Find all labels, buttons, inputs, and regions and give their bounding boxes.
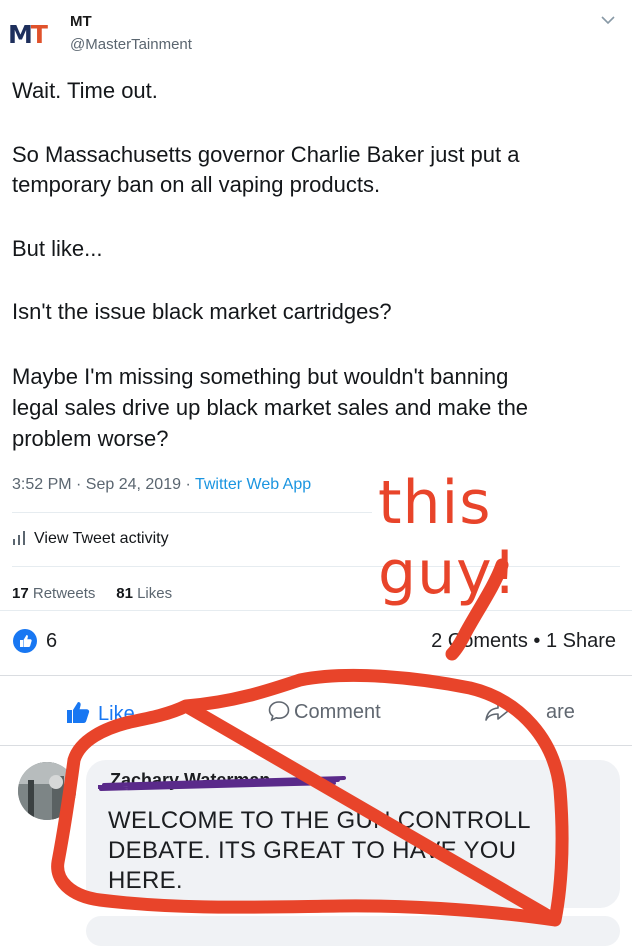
- divider: [0, 675, 632, 676]
- thumbs-up-icon: [20, 635, 32, 647]
- like-reaction-icon[interactable]: [13, 629, 37, 653]
- like-button[interactable]: Like: [66, 700, 135, 726]
- likes-label[interactable]: Likes: [137, 585, 172, 602]
- view-tweet-activity-link[interactable]: View Tweet activity: [12, 530, 169, 548]
- like-label: Like: [98, 703, 135, 725]
- likes-count[interactable]: 81: [116, 585, 133, 602]
- tweet-source-link[interactable]: Twitter Web App: [195, 476, 311, 493]
- share-label: are: [546, 701, 575, 723]
- account-name[interactable]: MT: [70, 13, 92, 30]
- avatar[interactable]: [18, 762, 76, 820]
- activity-label: View Tweet activity: [34, 530, 169, 547]
- avatar-photo: [18, 762, 76, 820]
- reaction-count[interactable]: 6: [46, 630, 57, 653]
- tweet-timestamp: 3:52 PM · Sep 24, 2019 · Twitter Web App: [12, 476, 311, 494]
- tweet-time: 3:52 PM · Sep 24, 2019 ·: [12, 476, 195, 493]
- divider: [0, 610, 632, 611]
- tweet-line: legal sales drive up black market sales …: [12, 395, 529, 420]
- logo-t: T: [30, 20, 48, 49]
- comments-count-part: 2 Co: [431, 630, 474, 652]
- comment-text: WELCOME TO THE GUN CONTROLL DEBATE. ITS …: [108, 807, 530, 894]
- analytics-icon: [13, 531, 25, 545]
- tweet-line: Isn't the issue black market cartridges?: [12, 299, 392, 324]
- author-name-scribble: [98, 776, 346, 791]
- tweet-line: So Massachusetts governor Charlie Baker …: [12, 142, 520, 167]
- chevron-down-icon[interactable]: [598, 10, 618, 30]
- share-button[interactable]: are: [484, 700, 575, 724]
- comment-button[interactable]: Comment: [268, 700, 381, 724]
- tweet-line: problem worse?: [12, 426, 169, 451]
- tweet-line: Wait. Time out.: [12, 78, 158, 103]
- comment-label: Comment: [294, 701, 381, 723]
- tweet-stats: 17 Retweets 81 Likes: [12, 585, 172, 602]
- divider: [0, 745, 632, 746]
- comments-share-count[interactable]: 2 Coments • 1 Share: [431, 630, 616, 653]
- tweet-line: Maybe I'm missing something but wouldn't…: [12, 364, 509, 389]
- comment-icon: [268, 701, 290, 722]
- share-arrow-icon: [485, 702, 509, 721]
- next-comment-bubble: [86, 916, 620, 946]
- logo-m: M: [8, 20, 33, 49]
- mt-logo: MT: [8, 20, 48, 49]
- retweets-label[interactable]: Retweets: [33, 585, 96, 602]
- tweet-line: temporary ban on all vaping products.: [12, 172, 381, 197]
- retweets-count[interactable]: 17: [12, 585, 29, 602]
- account-handle[interactable]: @MasterTainment: [70, 36, 192, 53]
- comments-share-rest: ments • 1 Share: [473, 630, 616, 652]
- divider: [12, 512, 372, 513]
- tweet-line: But like...: [12, 236, 103, 261]
- thumbs-up-icon: [67, 702, 90, 723]
- annotation-this-guy: this guy!: [378, 468, 518, 608]
